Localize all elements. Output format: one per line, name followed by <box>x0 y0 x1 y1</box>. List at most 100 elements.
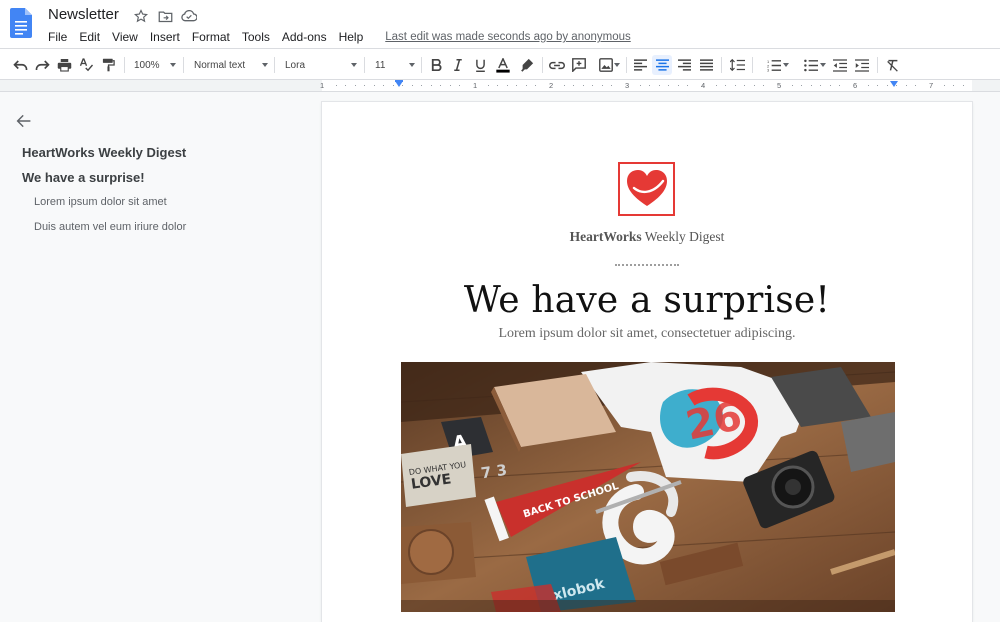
dotted-divider <box>615 264 679 266</box>
ruler-tick <box>383 85 384 86</box>
ruler-tick <box>373 85 375 86</box>
toolbar-divider <box>626 57 627 73</box>
undo-icon[interactable] <box>10 55 30 75</box>
subheadline[interactable]: Lorem ipsum dolor sit amet, consectetuer… <box>322 326 972 342</box>
bulleted-list-icon[interactable] <box>794 55 828 75</box>
ruler-number: 7 <box>929 81 934 90</box>
toolbar-divider <box>721 57 722 73</box>
ruler-tick <box>820 85 821 86</box>
ruler-tick <box>364 85 365 86</box>
menu-tools[interactable]: Tools <box>236 29 276 45</box>
ruler-tick <box>335 85 337 86</box>
menu-insert[interactable]: Insert <box>144 29 186 45</box>
ruler-tick <box>905 85 907 86</box>
bold-icon[interactable] <box>426 55 446 75</box>
ruler-tick <box>839 85 840 86</box>
chevron-down-icon <box>614 63 620 67</box>
zoom-value: 100% <box>134 59 160 71</box>
paragraph-style-select[interactable]: Normal text <box>190 55 270 75</box>
chevron-down-icon <box>262 63 268 67</box>
highlight-color-icon[interactable] <box>516 55 538 75</box>
ruler-tick <box>430 85 432 86</box>
align-right-icon[interactable] <box>674 55 694 75</box>
left-indent-marker[interactable] <box>395 81 403 87</box>
font-size-select[interactable]: 11 <box>371 55 417 75</box>
document-page[interactable]: HeartWorks Weekly Digest We have a surpr… <box>322 102 972 622</box>
insert-image-icon[interactable] <box>591 55 621 75</box>
move-to-folder-icon[interactable] <box>156 7 174 25</box>
ruler-tick <box>392 85 394 86</box>
ruler-tick <box>763 85 764 86</box>
ruler-tick <box>459 85 460 86</box>
insert-comment-icon[interactable] <box>569 55 589 75</box>
star-icon[interactable] <box>132 7 150 25</box>
right-indent-marker[interactable] <box>890 81 898 87</box>
ruler-number: 1 <box>320 81 325 90</box>
ruler-tick <box>487 85 489 86</box>
outline-item-lorem-ipsum[interactable]: Lorem ipsum dolor sit amet <box>34 196 167 208</box>
zoom-select[interactable]: 100% <box>130 55 178 75</box>
ruler-tick <box>791 85 793 86</box>
menu-addons[interactable]: Add-ons <box>276 29 333 45</box>
paragraph-style-value: Normal text <box>194 59 246 71</box>
toolbar: 100% Normal text Lora 11 1 2 3 <box>0 48 1000 80</box>
menu-format[interactable]: Format <box>186 29 236 45</box>
title-bar: Newsletter File Edit View Insert Format … <box>0 0 1000 48</box>
back-arrow-icon[interactable] <box>16 113 34 131</box>
docs-logo-icon[interactable] <box>10 8 32 38</box>
font-size-value: 11 <box>375 59 386 71</box>
font-family-select[interactable]: Lora <box>281 55 359 75</box>
insert-link-icon[interactable] <box>547 55 567 75</box>
clear-formatting-icon[interactable] <box>882 55 902 75</box>
menu-edit[interactable]: Edit <box>73 29 106 45</box>
underline-icon[interactable] <box>470 55 490 75</box>
toolbar-divider <box>183 57 184 73</box>
italic-icon[interactable] <box>448 55 468 75</box>
document-outline-panel: HeartWorks Weekly Digest We have a surpr… <box>0 93 320 606</box>
hero-image[interactable]: 26 A 7 3 DO WHAT YOU LOVE BACK TO SCHOOL <box>401 362 895 612</box>
newsletter-brand-line: HeartWorks Weekly Digest <box>322 229 972 245</box>
svg-text:3: 3 <box>767 67 769 71</box>
print-icon[interactable] <box>54 55 74 75</box>
decrease-indent-icon[interactable] <box>830 55 850 75</box>
align-justify-icon[interactable] <box>696 55 716 75</box>
increase-indent-icon[interactable] <box>852 55 872 75</box>
ruler-tick <box>715 85 717 86</box>
horizontal-ruler[interactable]: 1 1 2 3 4 5 6 7 <box>0 80 1000 92</box>
text-color-icon[interactable] <box>492 55 514 75</box>
ruler-tick <box>915 85 916 86</box>
ruler-tick <box>421 85 422 86</box>
ruler-tick <box>943 85 945 86</box>
align-left-icon[interactable] <box>630 55 650 75</box>
heart-logo-icon[interactable] <box>618 162 675 216</box>
ruler-tick <box>753 85 755 86</box>
ruler-tick <box>687 85 688 86</box>
ruler-tick <box>801 85 802 86</box>
line-spacing-icon[interactable] <box>726 55 748 75</box>
headline[interactable]: We have a surprise! <box>322 280 972 321</box>
ruler-tick <box>573 85 574 86</box>
spellcheck-icon[interactable] <box>76 55 96 75</box>
outline-item-heartworks-weekly-digest[interactable]: HeartWorks Weekly Digest <box>22 145 186 160</box>
chevron-down-icon <box>351 63 357 67</box>
ruler-tick <box>744 85 745 86</box>
cloud-saved-icon[interactable] <box>180 7 198 25</box>
menu-file[interactable]: File <box>42 29 73 45</box>
redo-icon[interactable] <box>32 55 52 75</box>
ruler-number: 3 <box>625 81 630 90</box>
document-title[interactable]: Newsletter <box>48 6 119 23</box>
paint-format-icon[interactable] <box>98 55 118 75</box>
last-edit-link[interactable]: Last edit was made seconds ago by anonym… <box>379 29 636 45</box>
ruler-tick <box>582 85 584 86</box>
outline-item-duis-autem[interactable]: Duis autem vel eum iriure dolor <box>34 221 186 233</box>
ruler-tick <box>658 85 660 86</box>
chevron-down-icon <box>783 63 789 67</box>
menu-help[interactable]: Help <box>333 29 370 45</box>
numbered-list-icon[interactable]: 123 <box>757 55 791 75</box>
menu-view[interactable]: View <box>106 29 144 45</box>
ruler-tick <box>497 85 498 86</box>
outline-item-we-have-a-surprise[interactable]: We have a surprise! <box>22 170 145 185</box>
align-center-icon[interactable] <box>652 55 672 75</box>
toolbar-divider <box>124 57 125 73</box>
ruler-tick <box>506 85 508 86</box>
